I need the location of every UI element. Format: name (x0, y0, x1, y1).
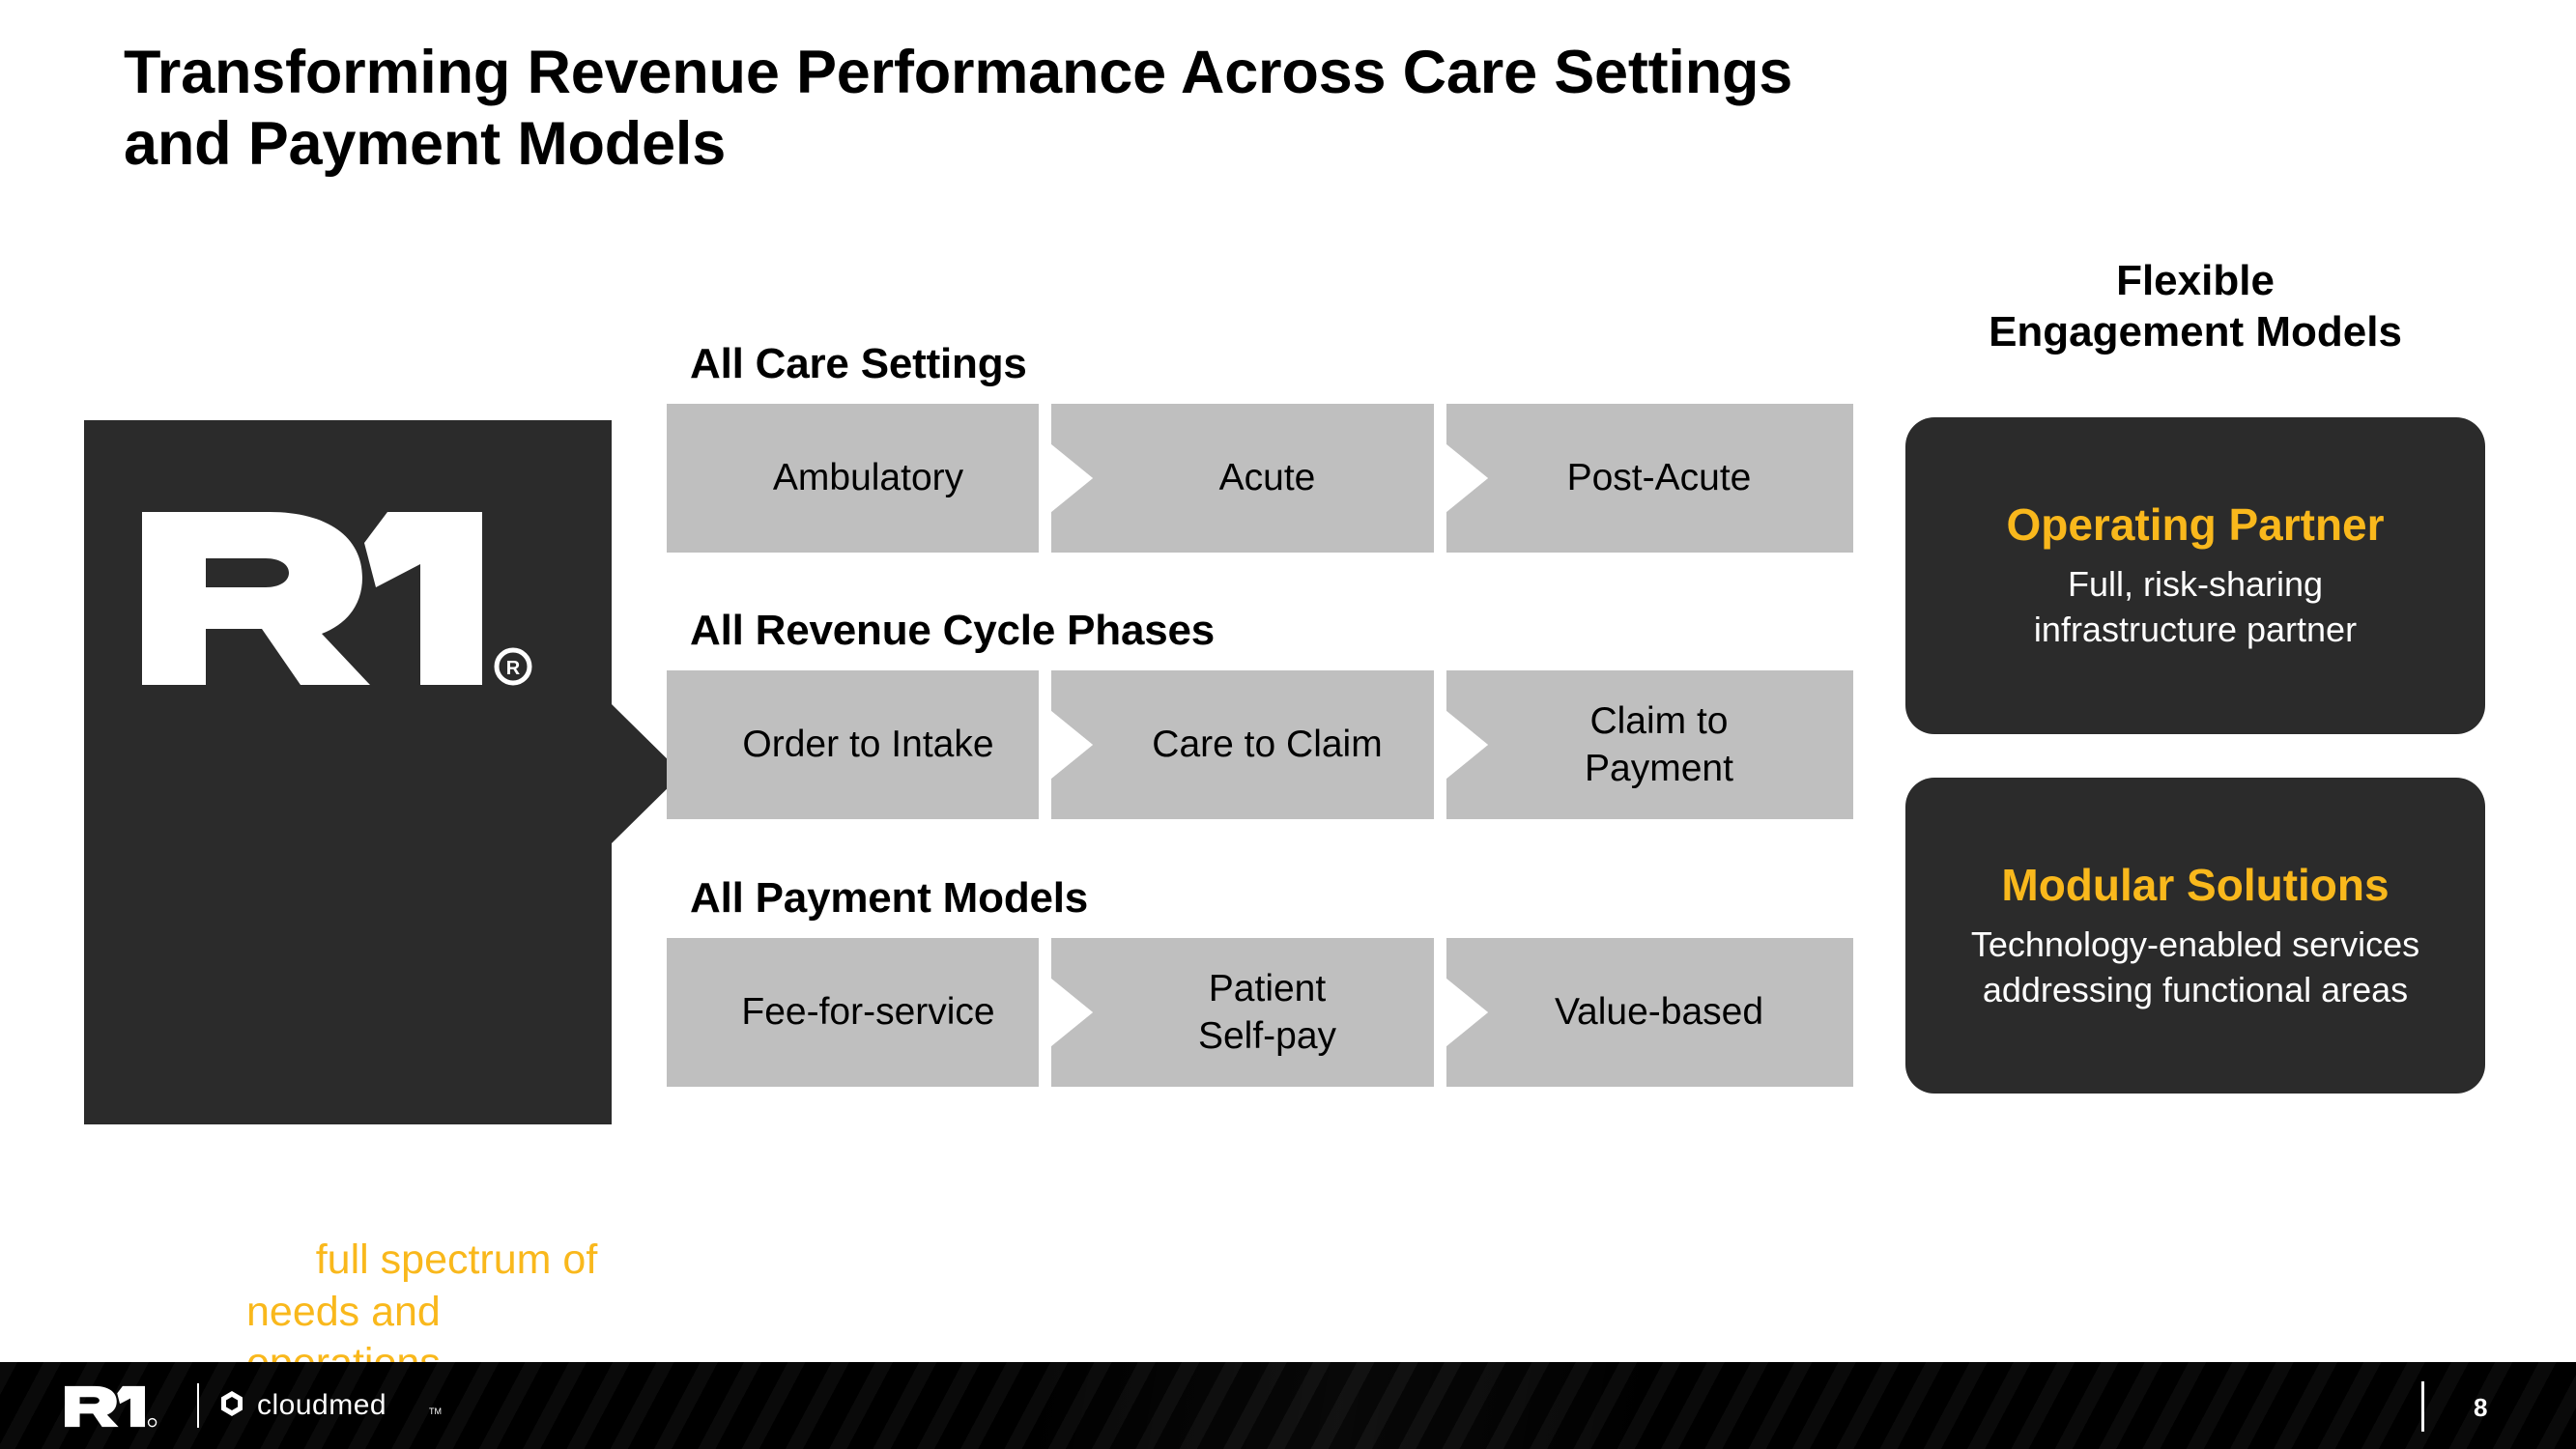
heading-line-2: Engagement Models (1989, 307, 2402, 355)
chevron-step-acute[interactable]: Acute (1070, 404, 1465, 553)
heading-line-1: Flexible (2116, 257, 2275, 304)
chevron-label: Ambulatory (772, 457, 964, 499)
chevron-row-payment-models: Fee-for-service Patient Self-pay Value-b… (667, 938, 1853, 1087)
card-desc-line-2: infrastructure partner (2033, 610, 2358, 649)
group-all-care-settings: All Care Settings Ambulatory Acute Post-… (667, 340, 1853, 553)
group-title-payment-models: All Payment Models (690, 874, 1089, 922)
group-all-payment-models: All Payment Models Fee-for-service Patie… (667, 874, 1853, 1087)
card-title-operating-partner: Operating Partner (2006, 499, 2385, 551)
chevron-label: Fee-for-service (741, 991, 995, 1034)
r1-logo-icon: R (134, 504, 559, 693)
card-operating-partner[interactable]: Operating Partner Full, risk-sharing inf… (1905, 417, 2485, 734)
card-desc-line-2: addressing functional areas (1982, 969, 2409, 1009)
chevron-step-fee-for-service[interactable]: Fee-for-service (667, 938, 1070, 1087)
chevron-label: Patient Self-pay (1198, 965, 1336, 1060)
page-title-line-1: Transforming Revenue Performance Across … (124, 39, 1793, 106)
group-title-revenue-cycle-phases: All Revenue Cycle Phases (690, 607, 1216, 654)
svg-text:cloudmed: cloudmed (257, 1389, 386, 1421)
svg-text:TM: TM (429, 1406, 442, 1416)
card-modular-solutions[interactable]: Modular Solutions Technology-enabled ser… (1905, 778, 2485, 1094)
chevron-label-line-1: Patient (1208, 967, 1327, 1009)
chevron-label: Post-Acute (1566, 457, 1752, 499)
slide-canvas: Transforming Revenue Performance Across … (0, 0, 2576, 1449)
chevron-step-order-to-intake[interactable]: Order to Intake (667, 670, 1070, 819)
chevron-label-line-2: Payment (1585, 748, 1733, 789)
page-title: Transforming Revenue Performance Across … (124, 37, 2346, 181)
footer-content: cloudmed TM 8 (0, 1362, 2576, 1449)
chevron-step-patient-self-pay[interactable]: Patient Self-pay (1070, 938, 1465, 1087)
chevron-step-ambulatory[interactable]: Ambulatory (667, 404, 1070, 553)
card-title-modular-solutions: Modular Solutions (2001, 859, 2390, 910)
chevron-row-care-settings: Ambulatory Acute Post-Acute (667, 404, 1853, 553)
card-desc-line-1: Technology-enabled services (1970, 923, 2420, 964)
card-desc-operating-partner: Full, risk-sharing infrastructure partne… (2034, 562, 2357, 653)
card-desc-modular-solutions: Technology-enabled services addressing f… (1971, 923, 2419, 1013)
chevron-label: Acute (1218, 457, 1316, 499)
chevron-step-value-based[interactable]: Value-based (1465, 938, 1853, 1087)
page-number: 8 (2474, 1393, 2488, 1422)
left-solutions-panel: R Solutions address the full spectrum of… (84, 420, 612, 1386)
group-title-care-settings: All Care Settings (690, 340, 1027, 387)
chevron-label-line-1: Claim to (1589, 699, 1729, 742)
footer-divider (197, 1383, 199, 1428)
chevron-step-claim-to-payment[interactable]: Claim to Payment (1465, 670, 1853, 819)
chevron-step-care-to-claim[interactable]: Care to Claim (1070, 670, 1465, 819)
solutions-caption: Solutions address the full spectrum of n… (246, 1183, 614, 1389)
footer-page-divider (2421, 1381, 2424, 1432)
chevron-label: Claim to Payment (1585, 697, 1733, 792)
slide-footer: cloudmed TM 8 (0, 1362, 2576, 1449)
chevron-label-line-2: Self-pay (1197, 1015, 1337, 1057)
page-title-line-2: and Payment Models (124, 110, 727, 179)
svg-text:R: R (506, 658, 521, 679)
flexible-engagement-models-heading: Flexible Engagement Models (1905, 256, 2485, 358)
chevron-row-revenue-cycle-phases: Order to Intake Care to Claim Claim to P… (667, 670, 1853, 819)
chevron-step-post-acute[interactable]: Post-Acute (1465, 404, 1853, 553)
chevron-label: Order to Intake (742, 724, 994, 766)
chevron-label: Care to Claim (1152, 724, 1383, 766)
chevron-label: Value-based (1554, 991, 1764, 1034)
footer-r1-logo-icon (60, 1384, 166, 1429)
group-all-revenue-cycle-phases: All Revenue Cycle Phases Order to Intake… (667, 607, 1853, 819)
card-desc-line-1: Full, risk-sharing (2067, 564, 2324, 605)
cloudmed-logo-icon: cloudmed TM (215, 1387, 446, 1426)
